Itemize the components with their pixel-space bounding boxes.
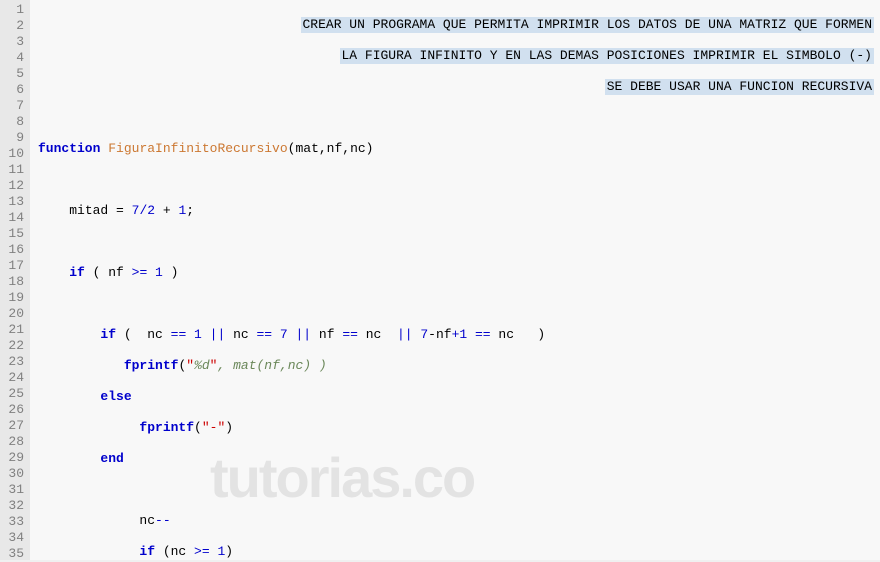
line-number: 33 — [0, 514, 24, 530]
line-number: 6 — [0, 82, 24, 98]
comment-highlight: SE DEBE USAR UNA FUNCION RECURSIVA — [605, 79, 874, 95]
line-number: 30 — [0, 466, 24, 482]
line-number: 29 — [0, 450, 24, 466]
line-number: 19 — [0, 290, 24, 306]
line-number: 22 — [0, 338, 24, 354]
code-line: SE DEBE USAR UNA FUNCION RECURSIVA — [38, 79, 880, 95]
line-number: 17 — [0, 258, 24, 274]
code-line: fprintf("-") — [38, 420, 880, 436]
line-number: 3 — [0, 34, 24, 50]
line-number: 26 — [0, 402, 24, 418]
code-line — [38, 110, 880, 126]
line-number: 9 — [0, 130, 24, 146]
code-line: mitad = 7/2 + 1; — [38, 203, 880, 219]
code-line — [38, 172, 880, 188]
code-line: CREAR UN PROGRAMA QUE PERMITA IMPRIMIR L… — [38, 17, 880, 33]
line-number: 32 — [0, 498, 24, 514]
code-line: nc-- — [38, 513, 880, 529]
line-number: 20 — [0, 306, 24, 322]
line-number: 7 — [0, 98, 24, 114]
code-line: else — [38, 389, 880, 405]
code-line: if (nc >= 1) — [38, 544, 880, 560]
line-number: 14 — [0, 210, 24, 226]
line-number: 28 — [0, 434, 24, 450]
line-number: 31 — [0, 482, 24, 498]
code-line: fprintf("%d", mat(nf,nc) ) — [38, 358, 880, 374]
line-number: 10 — [0, 146, 24, 162]
line-number: 18 — [0, 274, 24, 290]
code-line — [38, 296, 880, 312]
line-number: 1 — [0, 2, 24, 18]
line-number: 11 — [0, 162, 24, 178]
comment-highlight: LA FIGURA INFINITO Y EN LAS DEMAS POSICI… — [340, 48, 875, 64]
line-number: 24 — [0, 370, 24, 386]
code-line: LA FIGURA INFINITO Y EN LAS DEMAS POSICI… — [38, 48, 880, 64]
line-number: 12 — [0, 178, 24, 194]
code-area[interactable]: CREAR UN PROGRAMA QUE PERMITA IMPRIMIR L… — [30, 0, 880, 560]
line-number: 4 — [0, 50, 24, 66]
code-line: end — [38, 451, 880, 467]
code-line: if ( nf >= 1 ) — [38, 265, 880, 281]
line-number: 5 — [0, 66, 24, 82]
line-number: 15 — [0, 226, 24, 242]
code-line: if ( nc == 1 || nc == 7 || nf == nc || 7… — [38, 327, 880, 343]
line-number: 13 — [0, 194, 24, 210]
code-line — [38, 234, 880, 250]
line-number: 21 — [0, 322, 24, 338]
code-line — [38, 482, 880, 498]
code-line: function FiguraInfinitoRecursivo(mat,nf,… — [38, 141, 880, 157]
line-number: 34 — [0, 530, 24, 546]
line-number: 2 — [0, 18, 24, 34]
comment-highlight: CREAR UN PROGRAMA QUE PERMITA IMPRIMIR L… — [301, 17, 875, 33]
line-number: 27 — [0, 418, 24, 434]
line-gutter: 1234567891011121314151617181920212223242… — [0, 0, 30, 560]
line-number: 16 — [0, 242, 24, 258]
format-string: " — [186, 358, 194, 373]
line-number: 23 — [0, 354, 24, 370]
line-number: 25 — [0, 386, 24, 402]
line-number: 8 — [0, 114, 24, 130]
